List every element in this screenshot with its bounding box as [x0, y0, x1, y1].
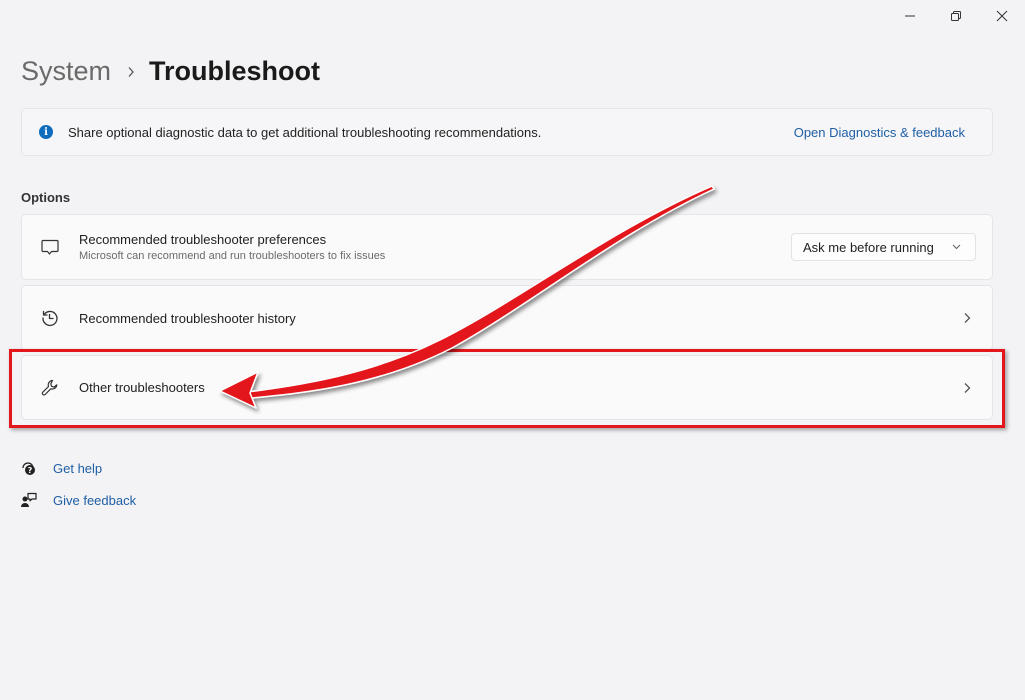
- breadcrumb-system[interactable]: System: [21, 56, 111, 87]
- give-feedback-label: Give feedback: [53, 492, 137, 508]
- troubleshooter-preferences-card: Recommended troubleshooter preferences M…: [21, 214, 993, 280]
- chevron-right-icon: [964, 313, 971, 323]
- history-icon: [39, 307, 61, 329]
- preferences-title: Recommended troubleshooter preferences: [79, 232, 327, 247]
- open-diagnostics-feedback-link[interactable]: Open Diagnostics & feedback: [794, 125, 965, 140]
- chevron-down-icon: [952, 244, 961, 250]
- restore-icon: [951, 11, 961, 21]
- svg-text:?: ?: [28, 466, 33, 475]
- get-help-label: Get help: [53, 460, 103, 476]
- info-text: Share optional diagnostic data to get ad…: [68, 124, 542, 140]
- troubleshooter-history-card[interactable]: Recommended troubleshooter history: [21, 285, 993, 351]
- restore-button[interactable]: [933, 0, 979, 32]
- troubleshooter-preference-dropdown[interactable]: Ask me before running: [791, 233, 976, 261]
- help-links: ? Get help Give feedback: [19, 452, 136, 516]
- preferences-subtitle: Microsoft can recommend and run troubles…: [79, 250, 386, 262]
- give-feedback-link[interactable]: Give feedback: [19, 484, 136, 516]
- history-title: Recommended troubleshooter history: [79, 310, 296, 326]
- give-feedback-icon: [19, 490, 39, 510]
- dropdown-selected-value: Ask me before running: [803, 239, 934, 255]
- page-title: Troubleshoot: [149, 56, 321, 86]
- window-controls: [887, 0, 1025, 34]
- close-button[interactable]: [979, 0, 1025, 32]
- breadcrumb: System Troubleshoot: [21, 56, 320, 87]
- close-icon: [996, 10, 1008, 22]
- diagnostic-info-bar: i Share optional diagnostic data to get …: [21, 108, 993, 156]
- highlight-annotation-box: [9, 349, 1005, 428]
- breadcrumb-separator-icon: [127, 66, 135, 78]
- chat-bubble-icon: [39, 236, 61, 258]
- get-help-link[interactable]: ? Get help: [19, 452, 136, 484]
- info-icon: i: [39, 125, 53, 139]
- options-section-label: Options: [21, 190, 71, 205]
- minimize-icon: [905, 15, 915, 17]
- minimize-button[interactable]: [887, 0, 933, 32]
- get-help-icon: ?: [19, 458, 39, 478]
